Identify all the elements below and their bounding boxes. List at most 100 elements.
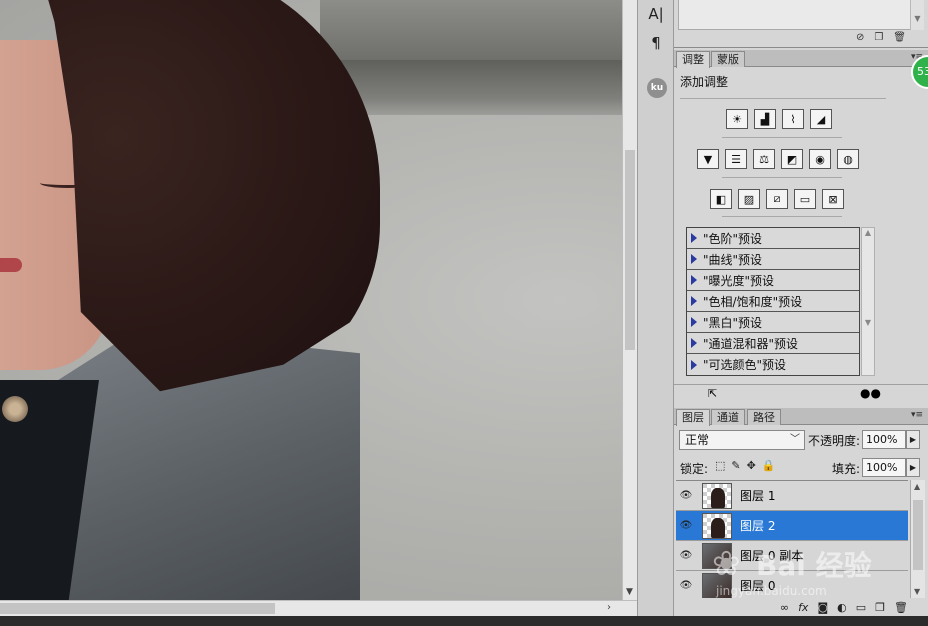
top-panel-footer: ⊘ ❐ 🗑 <box>856 32 906 43</box>
trash-icon[interactable]: 🗑 <box>894 601 908 614</box>
preset-list-scrollbar[interactable]: ▲ ▼ <box>861 227 875 376</box>
adjustments-title: 添加调整 <box>680 75 729 89</box>
eye-icon[interactable]: 👁 <box>676 490 696 501</box>
photo-filter-icon[interactable]: ◉ <box>809 149 831 169</box>
invert-icon[interactable]: ◧ <box>710 189 732 209</box>
layer-row[interactable]: 👁 图层 0 <box>676 571 908 598</box>
color-balance-icon[interactable]: ⚖ <box>753 149 775 169</box>
layer-name: 图层 2 <box>740 519 776 533</box>
black-white-icon[interactable]: ◩ <box>781 149 803 169</box>
panel-dock-strip: A| ¶ ku <box>637 0 674 616</box>
lock-transparent-icon[interactable]: ⬚ <box>715 459 725 472</box>
clip-to-layer-icon[interactable]: ●● <box>860 386 881 400</box>
scrollbar-thumb[interactable] <box>0 603 275 614</box>
document-horizontal-scrollbar[interactable]: › <box>0 600 637 616</box>
eye-icon[interactable]: 👁 <box>676 520 696 531</box>
layer-row[interactable]: 👁 图层 1 <box>676 481 908 511</box>
expand-triangle-icon[interactable] <box>691 359 697 370</box>
scroll-right-arrow-icon[interactable]: › <box>607 602 611 613</box>
top-panel: ▼ ⊘ ❐ 🗑 <box>674 0 928 48</box>
blend-mode-value: 正常 <box>685 433 710 447</box>
selective-color-icon[interactable]: ⊠ <box>822 189 844 209</box>
new-layer-icon[interactable]: ❐ <box>875 601 885 614</box>
lock-all-icon[interactable]: 🔒 <box>762 459 776 472</box>
trash-icon[interactable]: 🗑 <box>893 32 906 43</box>
document-canvas[interactable] <box>0 0 622 600</box>
expand-triangle-icon[interactable] <box>691 233 697 243</box>
divider <box>680 98 886 99</box>
layer-thumbnail <box>702 512 732 539</box>
ku-icon[interactable]: ku <box>647 78 667 98</box>
tab-channels[interactable]: 通道 <box>711 409 745 425</box>
preset-item[interactable]: "可选颜色"预设 <box>687 354 859 375</box>
adjustment-icon[interactable]: ◐ <box>837 601 847 614</box>
clear-icon[interactable]: ⊘ <box>856 32 864 43</box>
layer-thumbnail <box>702 542 732 569</box>
fill-input[interactable]: 100% <box>862 458 906 477</box>
exposure-icon[interactable]: ◢ <box>810 109 832 129</box>
tab-adjustments[interactable]: 调整 <box>676 51 710 68</box>
lock-pixels-icon[interactable]: ✎ <box>731 459 740 472</box>
scroll-down-arrow-icon[interactable]: ▼ <box>626 587 633 597</box>
layer-list-scrollbar[interactable]: ▲ ▼ <box>910 480 925 598</box>
threshold-icon[interactable]: ⧄ <box>766 189 788 209</box>
blend-mode-select[interactable]: 正常 ﹀ <box>679 430 805 450</box>
preset-label: "曲线"预设 <box>703 252 763 267</box>
channel-mixer-icon[interactable]: ◍ <box>837 149 859 169</box>
tab-paths[interactable]: 路径 <box>747 409 781 425</box>
document-vertical-scrollbar[interactable]: ▼ <box>622 0 637 600</box>
return-to-list-icon[interactable]: ⇱ <box>708 387 717 400</box>
fx-icon[interactable]: fx <box>798 601 808 614</box>
adjustment-icons-row-3: ◧ ▨ ⧄ ▭ ⊠ <box>710 189 844 209</box>
preset-item[interactable]: "曲线"预设 <box>687 249 859 270</box>
preset-item[interactable]: "曝光度"预设 <box>687 270 859 291</box>
preset-item[interactable]: "通道混和器"预设 <box>687 333 859 354</box>
eye-icon[interactable]: 👁 <box>676 550 696 561</box>
opacity-label: 不透明度: <box>808 434 861 448</box>
scrollbar-thumb[interactable] <box>913 500 923 570</box>
lock-position-icon[interactable]: ✥ <box>747 459 756 472</box>
layer-row-selected[interactable]: 👁 图层 2 <box>676 511 908 541</box>
layer-name: 图层 1 <box>740 489 776 503</box>
preset-item[interactable]: "色阶"预设 <box>687 228 859 249</box>
right-panels: ▼ ⊘ ❐ 🗑 调整 蒙版 ▾≡ 53 添加调整 ☀ ▟ ⌇ ◢ ▼ ☰ ⚖ ◩… <box>674 0 928 616</box>
top-panel-scrollbar[interactable]: ▼ <box>910 0 924 30</box>
preset-label: "色阶"预设 <box>703 231 763 246</box>
character-tool-button[interactable]: A| <box>645 3 667 25</box>
group-icon[interactable]: ▭ <box>856 601 866 614</box>
gradient-map-icon[interactable]: ▭ <box>794 189 816 209</box>
levels-icon[interactable]: ▟ <box>754 109 776 129</box>
tab-layers[interactable]: 图层 <box>676 409 710 426</box>
expand-triangle-icon[interactable] <box>691 317 697 327</box>
opacity-slider-arrow-icon[interactable]: ▶ <box>906 430 920 449</box>
preset-item[interactable]: "色相/饱和度"预设 <box>687 291 859 312</box>
panel-menu-icon[interactable]: ▾≡ <box>911 410 923 420</box>
adjustment-icons-row-2: ▼ ☰ ⚖ ◩ ◉ ◍ <box>697 149 859 169</box>
opacity-input[interactable]: 100% <box>862 430 906 449</box>
preset-item[interactable]: "黑白"预设 <box>687 312 859 333</box>
hue-saturation-icon[interactable]: ☰ <box>725 149 747 169</box>
expand-triangle-icon[interactable] <box>691 296 697 306</box>
mask-icon[interactable]: ◙ <box>817 601 828 614</box>
tab-masks[interactable]: 蒙版 <box>711 51 745 67</box>
fill-slider-arrow-icon[interactable]: ▶ <box>906 458 920 477</box>
preset-label: "色相/饱和度"预设 <box>703 294 803 309</box>
expand-triangle-icon[interactable] <box>691 338 697 348</box>
adjustment-icons-row-1: ☀ ▟ ⌇ ◢ <box>726 109 832 129</box>
expand-triangle-icon[interactable] <box>691 275 697 285</box>
paragraph-tool-button[interactable]: ¶ <box>645 32 667 54</box>
scrollbar-thumb[interactable] <box>625 150 635 350</box>
posterize-icon[interactable]: ▨ <box>738 189 760 209</box>
link-icon[interactable]: ∞ <box>780 601 789 614</box>
scroll-down-arrow-icon[interactable]: ▼ <box>914 587 920 596</box>
preset-label: "通道混和器"预设 <box>703 336 799 351</box>
scroll-up-arrow-icon[interactable]: ▲ <box>914 482 920 491</box>
curves-icon[interactable]: ⌇ <box>782 109 804 129</box>
expand-triangle-icon[interactable] <box>691 254 697 264</box>
preset-label: "可选颜色"预设 <box>703 358 787 372</box>
new-icon[interactable]: ❐ <box>874 32 883 43</box>
brightness-icon[interactable]: ☀ <box>726 109 748 129</box>
eye-icon[interactable]: 👁 <box>676 580 696 591</box>
vibrance-icon[interactable]: ▼ <box>697 149 719 169</box>
layer-row[interactable]: 👁 图层 0 副本 <box>676 541 908 571</box>
